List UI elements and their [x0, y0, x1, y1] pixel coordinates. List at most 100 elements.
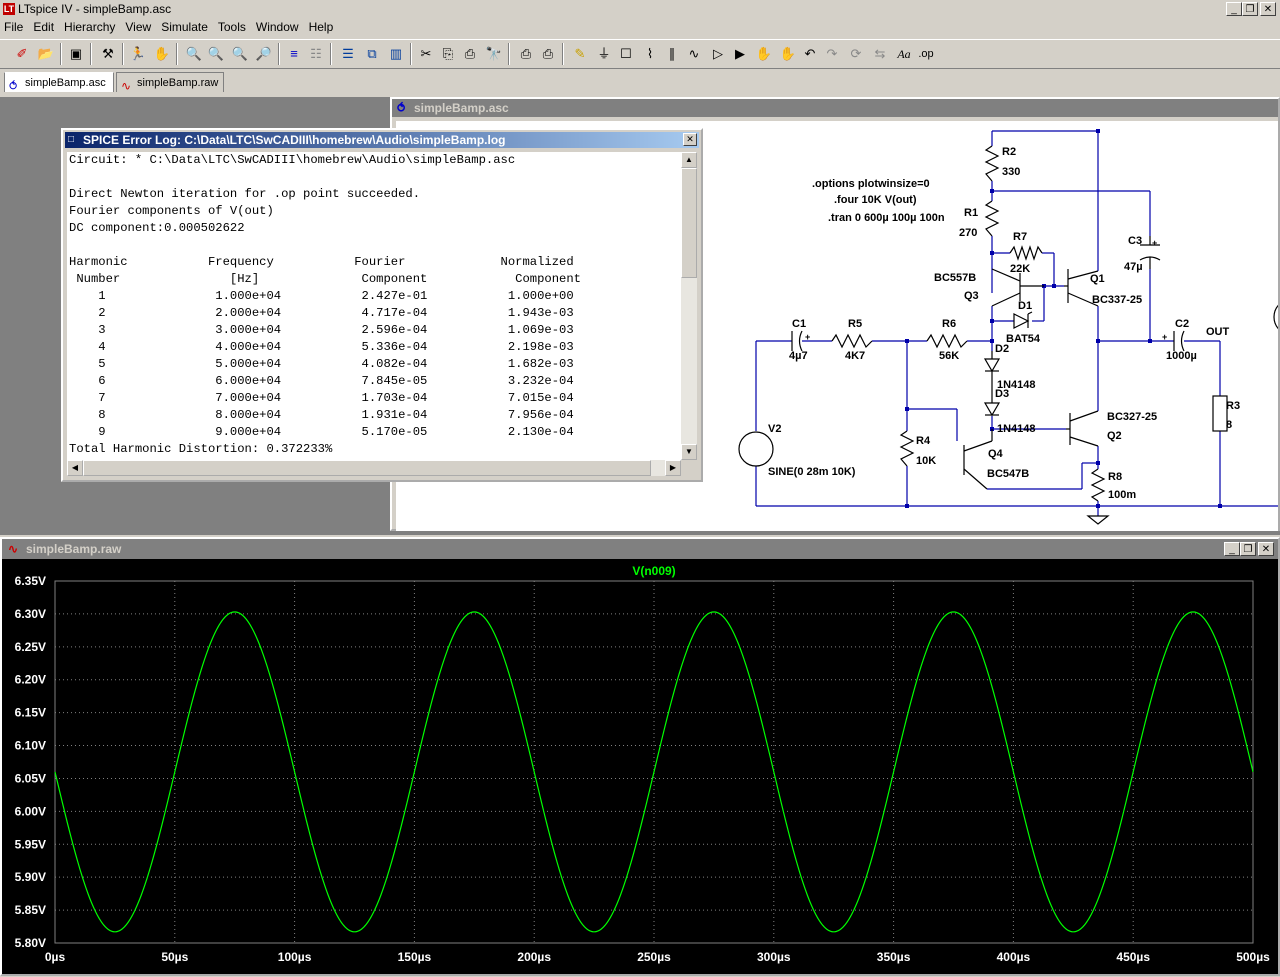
- paste-icon[interactable]: ⎙: [460, 44, 480, 64]
- toolbar-separator: [410, 43, 412, 65]
- menu-tools[interactable]: Tools: [214, 19, 252, 34]
- zoom-fit-icon[interactable]: 🔎: [254, 44, 274, 64]
- close-button[interactable]: ✕: [1258, 542, 1274, 556]
- scroll-right-icon[interactable]: ▶: [665, 460, 681, 476]
- print-icon[interactable]: ⎙: [538, 44, 558, 64]
- menu-hierarchy[interactable]: Hierarchy: [60, 19, 121, 34]
- log-line: 2 2.000e+04 4.717e-04 1.943e-03: [69, 306, 574, 320]
- label-r3: R3: [1226, 400, 1240, 412]
- minimize-button[interactable]: _: [1226, 2, 1242, 16]
- label-icon[interactable]: ☐: [616, 44, 636, 64]
- y-tick-label: 6.35V: [15, 574, 46, 588]
- print-setup-icon[interactable]: ⎙: [516, 44, 536, 64]
- menu-file[interactable]: File: [0, 19, 29, 34]
- horizontal-scrollbar[interactable]: ◀ ▶: [67, 460, 681, 476]
- autorange-icon[interactable]: ≡: [284, 44, 304, 64]
- scroll-down-icon[interactable]: ▼: [681, 444, 697, 460]
- tile-horizontal-icon[interactable]: ☰: [338, 44, 358, 64]
- find-icon[interactable]: 🔭: [484, 44, 504, 64]
- close-button[interactable]: ✕: [1260, 2, 1276, 16]
- scroll-left-icon[interactable]: ◀: [67, 460, 83, 476]
- net-label-out: OUT: [1206, 326, 1230, 338]
- grid-icon[interactable]: ☷: [306, 44, 326, 64]
- inductor-icon[interactable]: ∿: [684, 44, 704, 64]
- spice-directive-icon[interactable]: .op: [916, 44, 936, 64]
- log-line: 3 3.000e+04 2.596e-04 1.069e-03: [69, 323, 574, 337]
- value-d3: 1N4148: [997, 423, 1036, 435]
- label-r1: R1: [964, 207, 978, 219]
- menu-window[interactable]: Window: [252, 19, 305, 34]
- ground-icon[interactable]: ⏚: [594, 44, 614, 64]
- resistor-icon[interactable]: ⌇: [640, 44, 660, 64]
- wire-icon[interactable]: ✎: [570, 44, 590, 64]
- x-tick-label: 250µs: [637, 950, 671, 964]
- move-icon[interactable]: ✋: [754, 44, 774, 64]
- schematic-window-title[interactable]: ⥀ simpleBamp.asc: [392, 99, 1278, 117]
- menu-edit[interactable]: Edit: [29, 19, 60, 34]
- open-icon[interactable]: 📂: [36, 44, 56, 64]
- x-tick-label: 400µs: [997, 950, 1031, 964]
- x-tick-label: 300µs: [757, 950, 791, 964]
- waveform-icon: ∿: [121, 79, 132, 93]
- tab-schematic[interactable]: ⥀ simpleBamp.asc: [4, 72, 114, 93]
- tab-waveform[interactable]: ∿ simpleBamp.raw: [116, 72, 224, 93]
- mirror-icon[interactable]: ⇆: [870, 44, 890, 64]
- error-log-title-bar[interactable]: □ SPICE Error Log: C:\Data\LTC\SwCADIII\…: [65, 132, 699, 148]
- label-q1: Q1: [1090, 273, 1105, 285]
- waveform-window-title[interactable]: ∿ simpleBamp.raw: [2, 539, 1278, 559]
- cut-icon[interactable]: ✂: [416, 44, 436, 64]
- error-log-text[interactable]: Circuit: * C:\Data\LTC\SwCADIII\homebrew…: [67, 152, 681, 460]
- toolbar-separator: [330, 43, 332, 65]
- toolbar-separator: [176, 43, 178, 65]
- text-icon[interactable]: Aa: [894, 44, 914, 64]
- value-q4: BC547B: [987, 468, 1029, 480]
- value-r8: 100m: [1108, 489, 1136, 501]
- run-icon[interactable]: 🏃: [128, 44, 148, 64]
- component-icon[interactable]: ▶: [730, 44, 750, 64]
- new-schematic-icon[interactable]: ✐: [12, 44, 32, 64]
- value-d1: BAT54: [1006, 333, 1041, 345]
- save-icon[interactable]: ▣: [66, 44, 86, 64]
- zoom-out-icon[interactable]: 🔍: [230, 44, 250, 64]
- zoom-in-icon[interactable]: 🔍: [184, 44, 204, 64]
- x-tick-label: 350µs: [877, 950, 911, 964]
- tile-vertical-icon[interactable]: ▥: [386, 44, 406, 64]
- cascade-icon[interactable]: ⧉: [362, 44, 382, 64]
- log-line: Direct Newton iteration for .op point su…: [69, 187, 421, 201]
- toolbar-separator: [60, 43, 62, 65]
- menu-help[interactable]: Help: [305, 19, 340, 34]
- minimize-button[interactable]: _: [1224, 542, 1240, 556]
- x-tick-label: 0µs: [45, 950, 66, 964]
- value-r2: 330: [1002, 166, 1020, 178]
- control-panel-icon[interactable]: ⚒: [98, 44, 118, 64]
- copy-icon[interactable]: ⎘: [438, 44, 458, 64]
- restore-button[interactable]: ❐: [1242, 2, 1258, 16]
- scroll-thumb[interactable]: [681, 168, 697, 278]
- scroll-up-icon[interactable]: ▲: [681, 152, 697, 168]
- schematic-labels: .options plotwinsize=0 .four 10K V(out) …: [768, 146, 1240, 501]
- label-r5: R5: [848, 318, 862, 330]
- diode-icon[interactable]: ▷: [708, 44, 728, 64]
- close-button[interactable]: ✕: [683, 133, 697, 146]
- drag-icon[interactable]: ✋: [778, 44, 798, 64]
- waveform-plot[interactable]: 0µs 50µs 100µs 150µs 200µs 250µs 300µs 350µs 400…: [2, 559, 1278, 974]
- vertical-scrollbar[interactable]: ▲ ▼: [681, 152, 697, 460]
- rotate-icon[interactable]: ⟳: [846, 44, 866, 64]
- restore-button[interactable]: ❐: [1240, 542, 1256, 556]
- redo-icon[interactable]: ↷: [822, 44, 842, 64]
- capacitor-icon[interactable]: ∥: [662, 44, 682, 64]
- undo-icon[interactable]: ↶: [800, 44, 820, 64]
- menu-view[interactable]: View: [121, 19, 157, 34]
- log-line: 6 6.000e+04 7.845e-05 3.232e-04: [69, 374, 574, 388]
- halt-icon[interactable]: ✋: [152, 44, 172, 64]
- menu-simulate[interactable]: Simulate: [157, 19, 214, 34]
- trace-name-label: V(n009): [632, 564, 675, 578]
- value-c3: 47µ: [1124, 261, 1143, 273]
- label-r2: R2: [1002, 146, 1016, 158]
- label-r7: R7: [1013, 231, 1027, 243]
- label-d2: D2: [995, 343, 1009, 355]
- value-v2: SINE(0 28m 10K): [768, 466, 856, 478]
- pan-icon[interactable]: 🔍: [206, 44, 226, 64]
- scroll-thumb[interactable]: [83, 460, 651, 476]
